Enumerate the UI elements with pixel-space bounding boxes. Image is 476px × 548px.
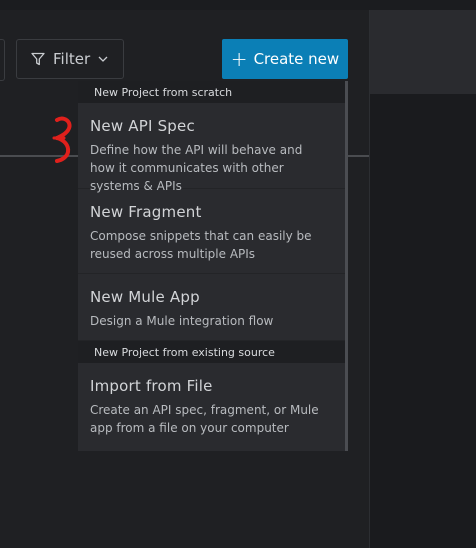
filter-label: Filter — [53, 50, 91, 68]
filter-icon — [31, 52, 45, 66]
plus-icon: + — [230, 47, 248, 71]
menu-item-title: New Mule App — [90, 288, 200, 306]
menu-item-description: Design a Mule integration flow — [90, 314, 274, 328]
chevron-down-icon — [98, 56, 108, 62]
menu-item-new-api-spec[interactable]: New API Spec Define how the API will beh… — [78, 103, 345, 193]
menu-item-new-fragment[interactable]: New Fragment Compose snippets that can e… — [78, 189, 345, 274]
create-new-dropdown-menu: New Project from scratch New API Spec De… — [78, 81, 348, 451]
menu-item-title: New API Spec — [90, 117, 195, 135]
menu-item-import-from-file[interactable]: Import from File Create an API spec, fra… — [78, 363, 345, 451]
section-header-existing: New Project from existing source — [78, 341, 345, 363]
red-arrow-annotation-icon — [52, 116, 72, 163]
right-panel-header — [370, 10, 476, 94]
section-header-scratch: New Project from scratch — [78, 81, 345, 103]
menu-item-description: Define how the API will behave and how i… — [90, 143, 303, 193]
menu-item-title: New Fragment — [90, 203, 202, 221]
filter-button[interactable]: Filter — [16, 39, 124, 79]
menu-item-description: Create an API spec, fragment, or Mule ap… — [90, 403, 319, 435]
menu-item-new-mule-app[interactable]: New Mule App Design a Mule integration f… — [78, 274, 345, 341]
create-new-button[interactable]: + Create new — [222, 39, 348, 79]
top-strip — [0, 0, 476, 10]
menu-item-description: Compose snippets that can easily be reus… — [90, 229, 312, 261]
left-pane-edge — [0, 39, 5, 81]
create-new-label: Create new — [253, 50, 340, 68]
right-panel — [369, 10, 476, 548]
menu-item-title: Import from File — [90, 377, 213, 395]
